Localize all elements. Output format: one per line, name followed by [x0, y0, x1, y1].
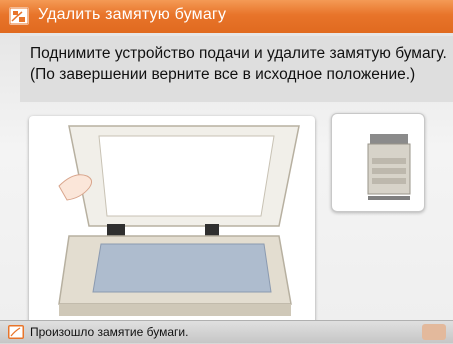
copier-machine-illustration: [331, 113, 425, 212]
status-indicator-icon: [422, 324, 446, 340]
page-title: Удалить замятую бумагу: [38, 6, 227, 23]
main-content: Поднимите устройство подачи и удалите за…: [0, 33, 453, 328]
title-bar: Удалить замятую бумагу: [0, 0, 453, 33]
status-text: Произошло замятие бумаги.: [30, 325, 189, 339]
instruction-box: Поднимите устройство подачи и удалите за…: [20, 36, 453, 102]
instruction-line-1: Поднимите устройство подачи и удалите за…: [30, 45, 447, 62]
instruction-line-2: (По завершении верните все в исходное по…: [30, 66, 416, 83]
scanner-open-feeder-illustration: [29, 116, 315, 328]
status-bar: Произошло замятие бумаги.: [0, 320, 453, 343]
paper-jam-icon: [8, 325, 24, 339]
paper-jam-icon: [9, 7, 29, 25]
